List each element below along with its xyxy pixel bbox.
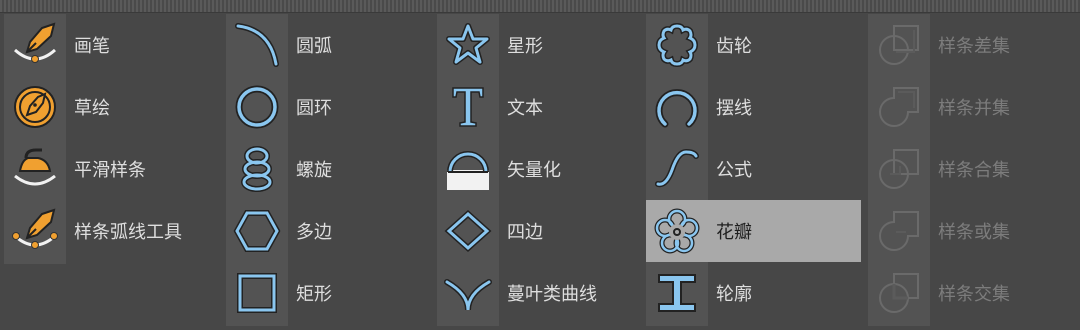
spline-intersect-icon (868, 262, 930, 324)
tool-label: 蔓叶类曲线 (507, 284, 597, 305)
tool-spline-or[interactable]: 样条或集 (868, 200, 1080, 262)
circle-icon (226, 76, 288, 138)
tool-polygon[interactable]: 多边 (226, 200, 441, 262)
tool-label: 齿轮 (716, 36, 752, 57)
cycloid-icon (646, 76, 708, 138)
tool-label: 草绘 (74, 98, 110, 119)
tool-label: 文本 (507, 98, 543, 119)
tool-flower[interactable]: 花瓣 (646, 200, 861, 262)
tool-profile[interactable]: 轮廓 (646, 262, 861, 324)
tool-rectangle[interactable]: 矩形 (226, 262, 441, 324)
tool-label: 样条弧线工具 (74, 222, 182, 243)
tool-label: 样条并集 (938, 98, 1010, 119)
tool-label: 多边 (296, 222, 332, 243)
tool-helix[interactable]: 螺旋 (226, 138, 441, 200)
smooth-iron-icon (4, 138, 66, 200)
hexagon-icon (226, 200, 288, 262)
rectangle-icon (226, 262, 288, 324)
profile-i-beam-icon (646, 262, 708, 324)
pen-nib-curve-icon (4, 14, 66, 76)
tool-label: 轮廓 (716, 284, 752, 305)
tool-spline-intersect[interactable]: 样条交集 (868, 262, 1080, 324)
tool-star[interactable]: 星形 (437, 14, 652, 76)
top-drag-handle[interactable] (0, 0, 1080, 13)
tool-four-sides[interactable]: 四边 (437, 200, 652, 262)
tool-label: 样条差集 (938, 36, 1010, 57)
tool-arc[interactable]: 圆弧 (226, 14, 441, 76)
tool-label: 平滑样条 (74, 160, 146, 181)
spline-and-icon (868, 138, 930, 200)
tool-formula[interactable]: 公式 (646, 138, 861, 200)
tool-label: 摆线 (716, 98, 752, 119)
formula-wave-icon (646, 138, 708, 200)
tool-smooth-spline[interactable]: 平滑样条 (4, 138, 219, 200)
arc-icon (226, 14, 288, 76)
tool-spline-subtract[interactable]: 样条差集 (868, 14, 1080, 76)
helix-icon (226, 138, 288, 200)
tool-label: 样条合集 (938, 160, 1010, 181)
tool-label: 样条或集 (938, 222, 1010, 243)
spline-subtract-icon (868, 14, 930, 76)
tool-label: 星形 (507, 36, 543, 57)
gear-icon (646, 14, 708, 76)
tool-gear[interactable]: 齿轮 (646, 14, 861, 76)
tool-label: 画笔 (74, 36, 110, 57)
tool-label: 公式 (716, 160, 752, 181)
tool-label: 圆弧 (296, 36, 332, 57)
tool-label: 四边 (507, 222, 543, 243)
tool-label: 螺旋 (296, 160, 332, 181)
diamond-icon (437, 200, 499, 262)
text-t-icon (437, 76, 499, 138)
tool-label: 样条交集 (938, 284, 1010, 305)
cissoid-icon (437, 262, 499, 324)
tool-pen[interactable]: 画笔 (4, 14, 219, 76)
tool-spline-arc[interactable]: 样条弧线工具 (4, 200, 219, 262)
tool-sketch[interactable]: 草绘 (4, 76, 219, 138)
spline-union-icon (868, 76, 930, 138)
flower-icon (646, 200, 708, 262)
spline-or-icon (868, 200, 930, 262)
spline-arc-pen-icon (4, 200, 66, 262)
tool-cissoid[interactable]: 蔓叶类曲线 (437, 262, 652, 324)
tool-circle[interactable]: 圆环 (226, 76, 441, 138)
vectorize-icon (437, 138, 499, 200)
star-icon (437, 14, 499, 76)
tool-spline-union[interactable]: 样条并集 (868, 76, 1080, 138)
tool-label: 圆环 (296, 98, 332, 119)
tool-label: 矢量化 (507, 160, 561, 181)
tool-cycloid[interactable]: 摆线 (646, 76, 861, 138)
tool-label: 花瓣 (716, 222, 752, 243)
tool-label: 矩形 (296, 284, 332, 305)
tool-text[interactable]: 文本 (437, 76, 652, 138)
sketch-nib-circle-icon (4, 76, 66, 138)
tool-vectorize[interactable]: 矢量化 (437, 138, 652, 200)
tool-spline-and[interactable]: 样条合集 (868, 138, 1080, 200)
